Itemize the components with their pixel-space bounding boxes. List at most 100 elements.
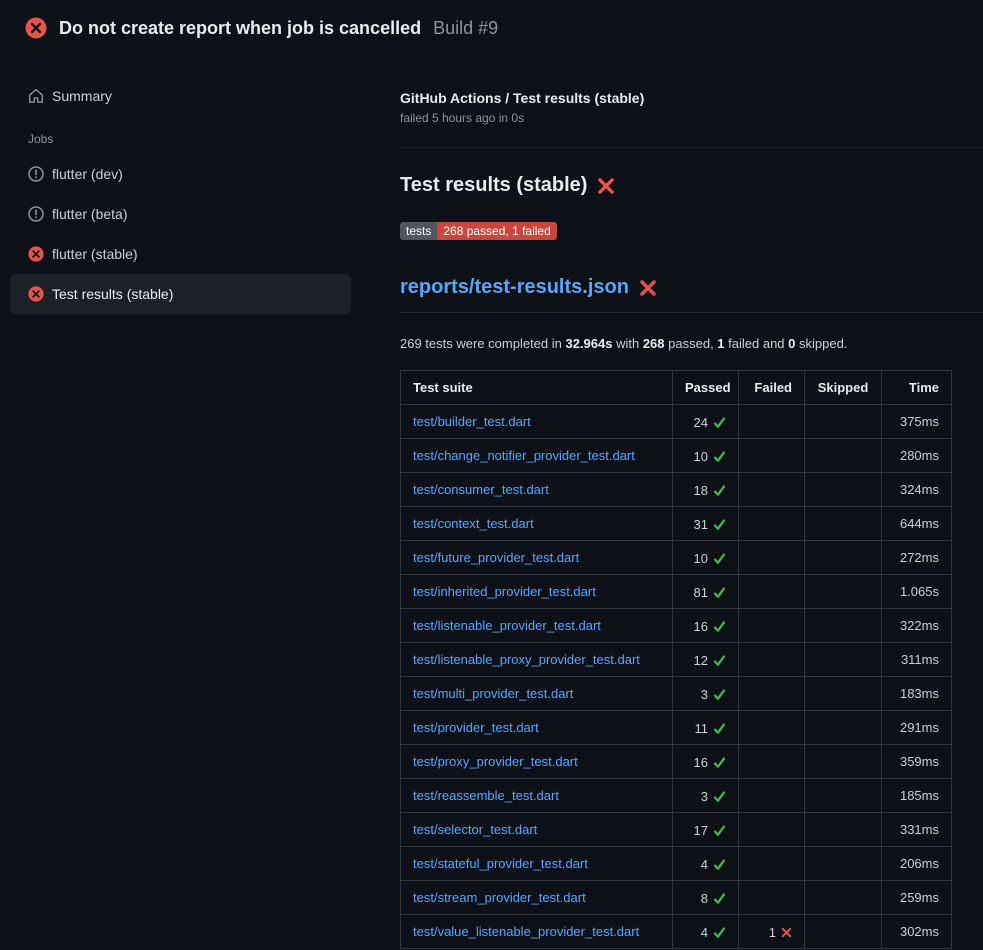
- suite-cell: test/value_listenable_provider_test.dart: [401, 915, 673, 949]
- suite-link[interactable]: test/consumer_test.dart: [413, 482, 549, 497]
- skipped-cell: [805, 711, 882, 745]
- failed-cell: [739, 677, 805, 711]
- suite-link[interactable]: test/stream_provider_test.dart: [413, 890, 586, 905]
- suite-link[interactable]: test/context_test.dart: [413, 516, 534, 531]
- suite-link[interactable]: test/inherited_provider_test.dart: [413, 584, 596, 599]
- time-cell: 311ms: [882, 643, 952, 677]
- skipped-cell: [805, 847, 882, 881]
- suite-link[interactable]: test/multi_provider_test.dart: [413, 686, 573, 701]
- skipped-cell: [805, 915, 882, 949]
- check-icon: [713, 756, 726, 769]
- suite-cell: test/future_provider_test.dart: [401, 541, 673, 575]
- failed-cell: [739, 847, 805, 881]
- time-cell: 1.065s: [882, 575, 952, 609]
- column-header: Failed: [739, 371, 805, 405]
- job-label: flutter (beta): [52, 206, 127, 222]
- summary-part: passed,: [665, 336, 718, 351]
- time-cell: 324ms: [882, 473, 952, 507]
- suite-cell: test/builder_test.dart: [401, 405, 673, 439]
- failed-cell: [739, 881, 805, 915]
- table-header-row: Test suitePassedFailedSkippedTime: [401, 371, 952, 405]
- skipped-cell: [805, 745, 882, 779]
- table-row: test/inherited_provider_test.dart 81 1.065…: [401, 575, 952, 609]
- failed-cell: [739, 779, 805, 813]
- skipped-cell: [805, 643, 882, 677]
- suite-link[interactable]: test/future_provider_test.dart: [413, 550, 579, 565]
- failed-cell: [739, 439, 805, 473]
- table-row: test/stream_provider_test.dart8259ms: [401, 881, 952, 915]
- passed-cell: 4: [673, 847, 739, 881]
- sidebar-item-job[interactable]: flutter (beta): [10, 194, 351, 234]
- time-cell: 259ms: [882, 881, 952, 915]
- suite-link[interactable]: test/change_notifier_provider_test.dart: [413, 448, 635, 463]
- column-header: Test suite: [401, 371, 673, 405]
- build-title: Do not create report when job is cancell…: [59, 18, 421, 39]
- failed-cell: [739, 507, 805, 541]
- check-icon: [713, 824, 726, 837]
- suite-link[interactable]: test/provider_test.dart: [413, 720, 539, 735]
- divider: [400, 147, 983, 148]
- table-row: test/builder_test.dart24375ms: [401, 405, 952, 439]
- alert-circle-icon: [28, 166, 44, 182]
- check-icon: [713, 790, 726, 803]
- failed-cell: [739, 405, 805, 439]
- summary-part: 269 tests were completed in: [400, 336, 565, 351]
- suite-link[interactable]: test/proxy_provider_test.dart: [413, 754, 578, 769]
- suite-link[interactable]: test/builder_test.dart: [413, 414, 531, 429]
- build-header: Do not create report when job is cancell…: [0, 0, 983, 56]
- results-table-body: test/builder_test.dart24375mstest/change…: [401, 405, 952, 949]
- sidebar-item-job[interactable]: flutter (dev): [10, 154, 351, 194]
- suite-link[interactable]: test/reassemble_test.dart: [413, 788, 559, 803]
- time-cell: 331ms: [882, 813, 952, 847]
- suite-cell: test/multi_provider_test.dart: [401, 677, 673, 711]
- sidebar-item-job[interactable]: flutter (stable): [10, 234, 351, 274]
- check-icon: [713, 892, 726, 905]
- job-label: Test results (stable): [52, 286, 173, 302]
- failed-x-icon: [597, 177, 615, 195]
- suite-link[interactable]: test/listenable_proxy_provider_test.dart: [413, 652, 640, 667]
- skipped-cell: [805, 575, 882, 609]
- suite-cell: test/listenable_provider_test.dart: [401, 609, 673, 643]
- time-cell: 322ms: [882, 609, 952, 643]
- time-cell: 185ms: [882, 779, 952, 813]
- sidebar-item-job[interactable]: Test results (stable): [10, 274, 351, 314]
- check-icon: [713, 620, 726, 633]
- failed-cell: [739, 541, 805, 575]
- time-cell: 272ms: [882, 541, 952, 575]
- table-row: test/change_notifier_provider_test.dart1…: [401, 439, 952, 473]
- check-icon: [713, 654, 726, 667]
- suite-link[interactable]: test/stateful_provider_test.dart: [413, 856, 588, 871]
- check-icon: [713, 858, 726, 871]
- table-row: test/listenable_provider_test.dart 16 322m…: [401, 609, 952, 643]
- skipped-cell: [805, 813, 882, 847]
- suite-cell: test/change_notifier_provider_test.dart: [401, 439, 673, 473]
- sidebar-item-summary[interactable]: Summary: [10, 76, 351, 116]
- table-row: test/proxy_provider_test.dart16359ms: [401, 745, 952, 779]
- passed-cell: 17: [673, 813, 739, 847]
- passed-cell: 81: [673, 575, 739, 609]
- suite-link[interactable]: test/value_listenable_provider_test.dart: [413, 924, 639, 939]
- suite-cell: test/inherited_provider_test.dart: [401, 575, 673, 609]
- summary-part: skipped.: [795, 336, 847, 351]
- results-table: Test suitePassedFailedSkippedTime test/b…: [400, 370, 952, 949]
- skipped-cell: [805, 439, 882, 473]
- passed-cell: 3: [673, 677, 739, 711]
- suite-link[interactable]: test/selector_test.dart: [413, 822, 537, 837]
- badge-value: 268 passed, 1 failed: [437, 222, 556, 240]
- passed-cell: 11: [673, 711, 739, 745]
- skipped-cell: [805, 609, 882, 643]
- summary-part: with: [612, 336, 642, 351]
- report-link[interactable]: reports/test-results.json: [400, 276, 629, 299]
- time-cell: 359ms: [882, 745, 952, 779]
- run-status-line: failed 5 hours ago in 0s: [400, 111, 983, 125]
- column-header: Time: [882, 371, 952, 405]
- passed-cell: 3: [673, 779, 739, 813]
- passed-cell: 16: [673, 609, 739, 643]
- summary-label: Summary: [52, 88, 112, 104]
- passed-cell: 24: [673, 405, 739, 439]
- suite-cell: test/reassemble_test.dart: [401, 779, 673, 813]
- build-number: Build #9: [433, 18, 498, 39]
- suite-link[interactable]: test/listenable_provider_test.dart: [413, 618, 601, 633]
- table-row: test/context_test.dart31644ms: [401, 507, 952, 541]
- passed-cell: 10: [673, 541, 739, 575]
